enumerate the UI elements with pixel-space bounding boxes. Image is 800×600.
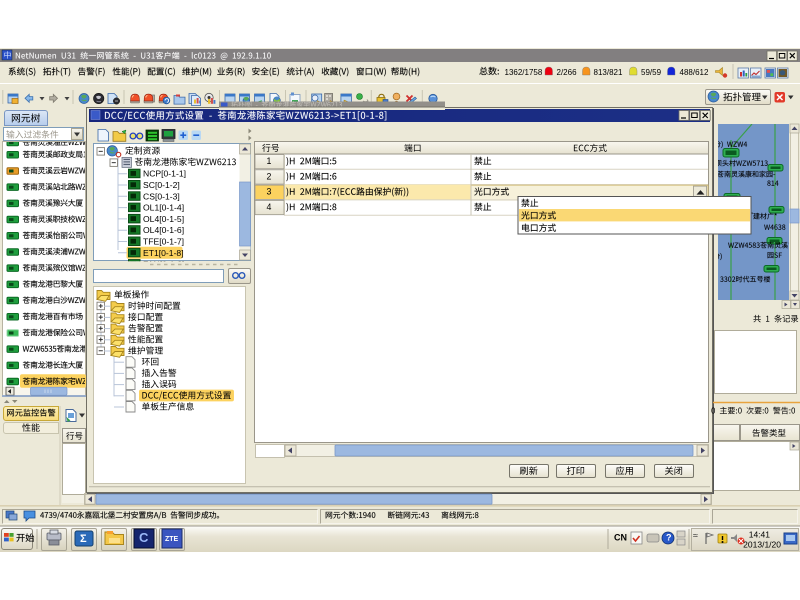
svg-text:C: C <box>139 530 149 545</box>
svg-text:1: 1 <box>267 156 272 166</box>
svg-text:?: ? <box>666 533 672 543</box>
svg-text:ET1[0-1-8]: ET1[0-1-8] <box>143 248 184 258</box>
svg-text:3: 3 <box>267 187 272 197</box>
svg-text:813/821: 813/821 <box>594 68 623 77</box>
svg-text:CS[0-1-3]: CS[0-1-3] <box>143 191 180 201</box>
svg-text:OL1[0-1-4]: OL1[0-1-4] <box>143 203 184 213</box>
svg-text:1362/1758: 1362/1758 <box>505 68 543 77</box>
svg-text:14:41: 14:41 <box>749 530 771 540</box>
svg-text:2/266: 2/266 <box>557 68 578 77</box>
svg-text:Σ: Σ <box>80 533 87 545</box>
svg-text:≈: ≈ <box>693 531 698 541</box>
svg-text:CN: CN <box>614 533 627 543</box>
svg-text:TFE[0-1-7]: TFE[0-1-7] <box>143 237 184 247</box>
svg-text:OL4[0-1-6]: OL4[0-1-6] <box>143 225 184 235</box>
svg-text:NCP[0-1-1]: NCP[0-1-1] <box>143 169 186 179</box>
svg-text:SC[0-1-2]: SC[0-1-2] <box>143 180 180 190</box>
svg-text:4: 4 <box>267 202 272 212</box>
svg-text:2: 2 <box>267 171 272 181</box>
svg-text:59/59: 59/59 <box>641 68 662 77</box>
svg-text:ZTE: ZTE <box>165 536 179 543</box>
svg-text:OL4[0-1-5]: OL4[0-1-5] <box>143 214 184 224</box>
svg-text:488/612: 488/612 <box>680 68 709 77</box>
svg-text:2013/1/20: 2013/1/20 <box>743 540 781 550</box>
